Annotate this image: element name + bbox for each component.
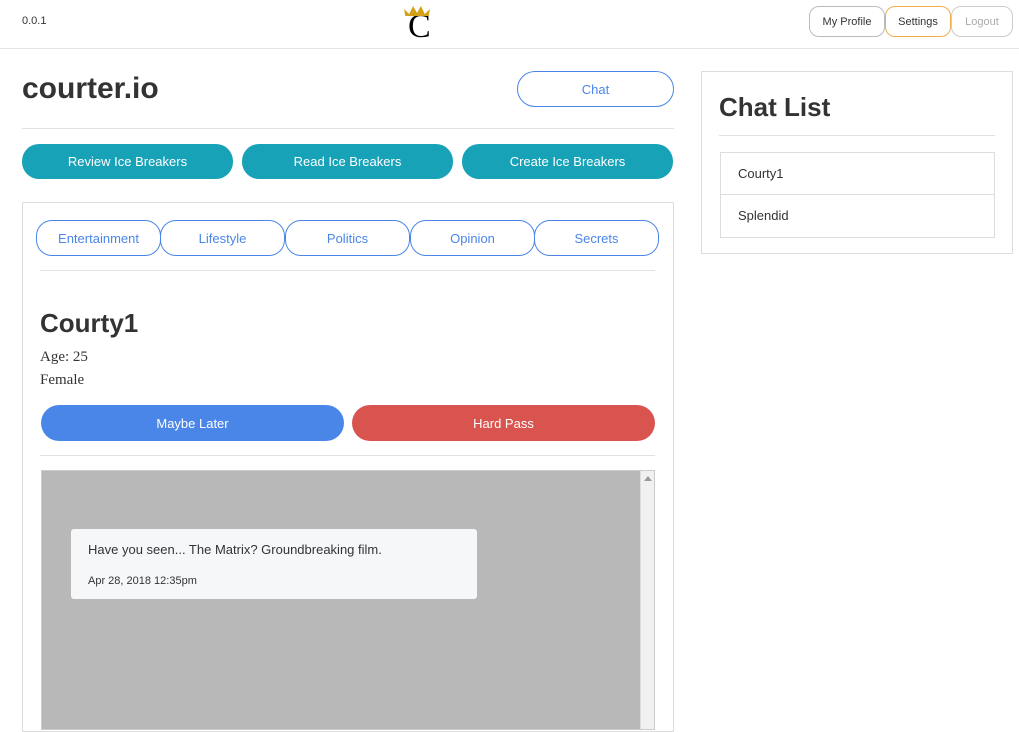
divider xyxy=(719,135,995,136)
message-text: Have you seen... The Matrix? Groundbreak… xyxy=(88,542,382,557)
message-area[interactable]: Have you seen... The Matrix? Groundbreak… xyxy=(41,470,655,730)
chat-list-title: Chat List xyxy=(719,92,831,122)
hard-pass-button[interactable]: Hard Pass xyxy=(352,405,655,441)
review-ice-breakers-button[interactable]: Review Ice Breakers xyxy=(22,144,233,179)
chat-list-panel: Chat List Courty1 Splendid xyxy=(701,71,1013,254)
tab-secrets[interactable]: Secrets xyxy=(534,220,659,256)
divider xyxy=(40,455,655,456)
chat-list-item[interactable]: Splendid xyxy=(721,195,994,237)
divider xyxy=(40,270,655,271)
tab-politics[interactable]: Politics xyxy=(285,220,410,256)
maybe-later-button[interactable]: Maybe Later xyxy=(41,405,344,441)
scrollbar[interactable] xyxy=(640,471,654,729)
tab-opinion[interactable]: Opinion xyxy=(410,220,535,256)
message-bubble: Have you seen... The Matrix? Groundbreak… xyxy=(71,529,477,599)
scroll-up-icon[interactable] xyxy=(644,476,652,481)
chat-button[interactable]: Chat xyxy=(517,71,674,107)
logout-button[interactable]: Logout xyxy=(951,6,1013,37)
settings-button[interactable]: Settings xyxy=(885,6,951,37)
message-date: Apr 28, 2018 12:35pm xyxy=(88,575,197,587)
tab-entertainment[interactable]: Entertainment xyxy=(36,220,161,256)
create-ice-breakers-button[interactable]: Create Ice Breakers xyxy=(462,144,673,179)
chat-list: Courty1 Splendid xyxy=(720,152,995,238)
divider xyxy=(22,128,674,129)
page-title: courter.io xyxy=(22,72,159,105)
chat-list-item[interactable]: Courty1 xyxy=(721,153,994,195)
profile-gender: Female xyxy=(40,372,85,388)
read-ice-breakers-button[interactable]: Read Ice Breakers xyxy=(242,144,453,179)
version-label: 0.0.1 xyxy=(22,15,47,27)
profile-name: Courty1 xyxy=(40,308,139,338)
logo[interactable]: C xyxy=(404,6,434,44)
top-navbar: 0.0.1 C My Profile Settings Logout xyxy=(0,0,1019,49)
tab-lifestyle[interactable]: Lifestyle xyxy=(160,220,285,256)
my-profile-button[interactable]: My Profile xyxy=(809,6,885,37)
profile-age: Age: 25 xyxy=(40,349,88,365)
